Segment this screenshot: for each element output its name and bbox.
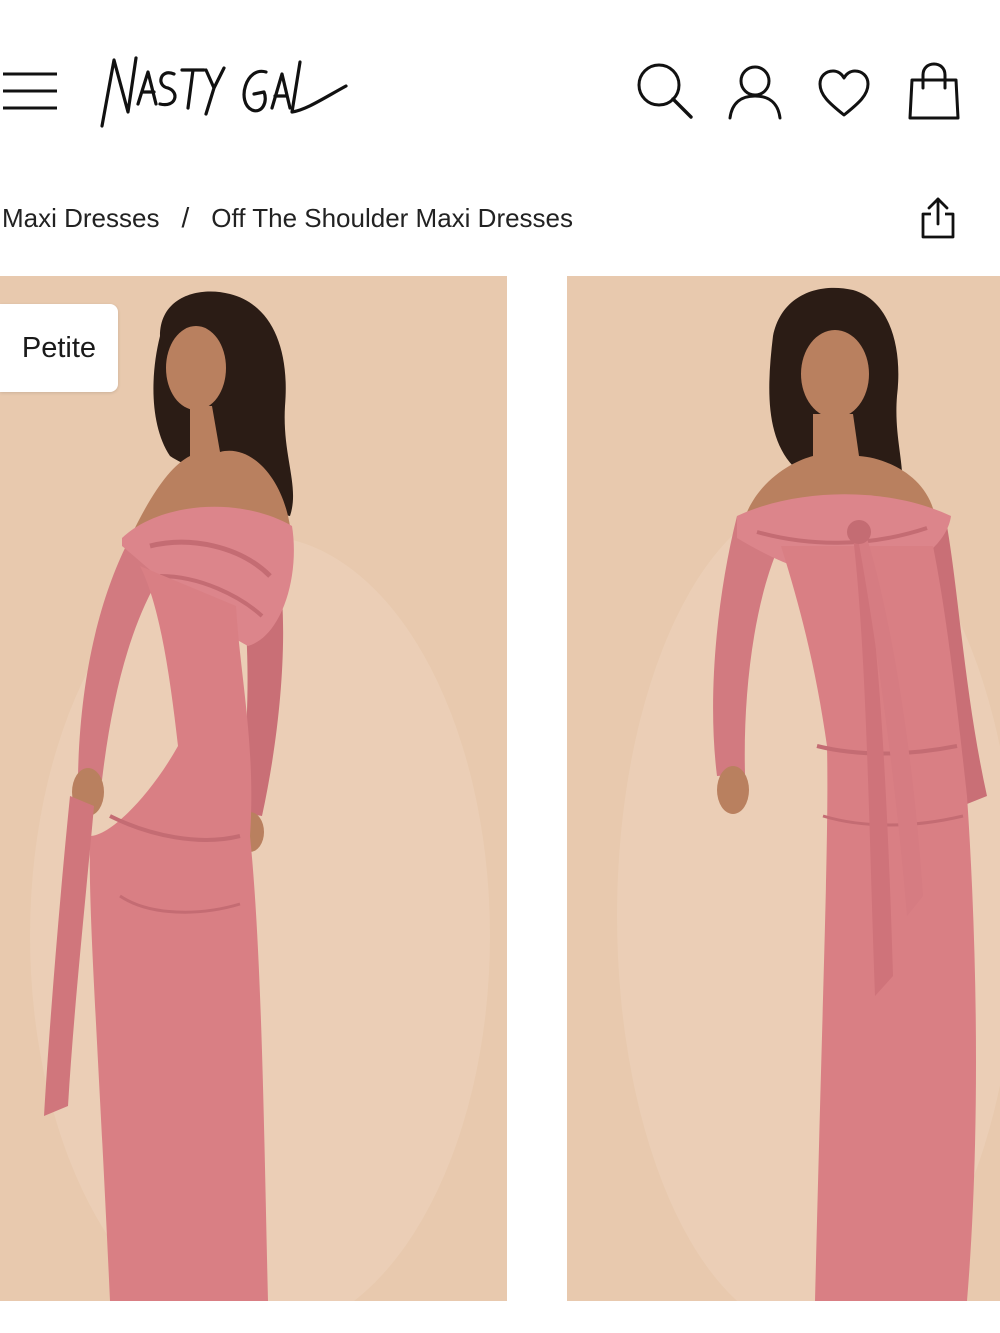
- search-button[interactable]: [636, 62, 694, 120]
- menu-icon: [3, 72, 57, 110]
- heart-icon: [818, 69, 870, 117]
- model-back-view-illustration: [0, 276, 507, 1301]
- breadcrumb-separator: /: [181, 202, 190, 233]
- model-front-view-illustration: [567, 276, 1000, 1301]
- breadcrumb-item-maxi-dresses[interactable]: Maxi Dresses: [2, 203, 159, 234]
- breadcrumb: Maxi Dresses / Off The Shoulder Maxi Dre…: [2, 198, 573, 238]
- menu-button[interactable]: [2, 70, 58, 112]
- bag-icon: [908, 62, 960, 120]
- petite-badge: Petite: [0, 304, 118, 392]
- account-icon: [728, 65, 782, 120]
- brand-logo[interactable]: [96, 52, 348, 134]
- breadcrumb-item-off-shoulder-maxi[interactable]: Off The Shoulder Maxi Dresses: [211, 203, 573, 234]
- product-gallery: Petite: [0, 276, 1000, 1301]
- share-button[interactable]: [920, 196, 956, 240]
- share-icon: [921, 197, 955, 239]
- bag-button[interactable]: [908, 62, 960, 120]
- product-image-front-view[interactable]: [567, 276, 1000, 1301]
- product-image-back-view[interactable]: Petite: [0, 276, 507, 1301]
- logo-script: [100, 56, 348, 128]
- account-button[interactable]: [727, 64, 783, 120]
- site-header: [0, 0, 1000, 180]
- search-icon: [637, 63, 693, 119]
- wishlist-button[interactable]: [817, 68, 871, 118]
